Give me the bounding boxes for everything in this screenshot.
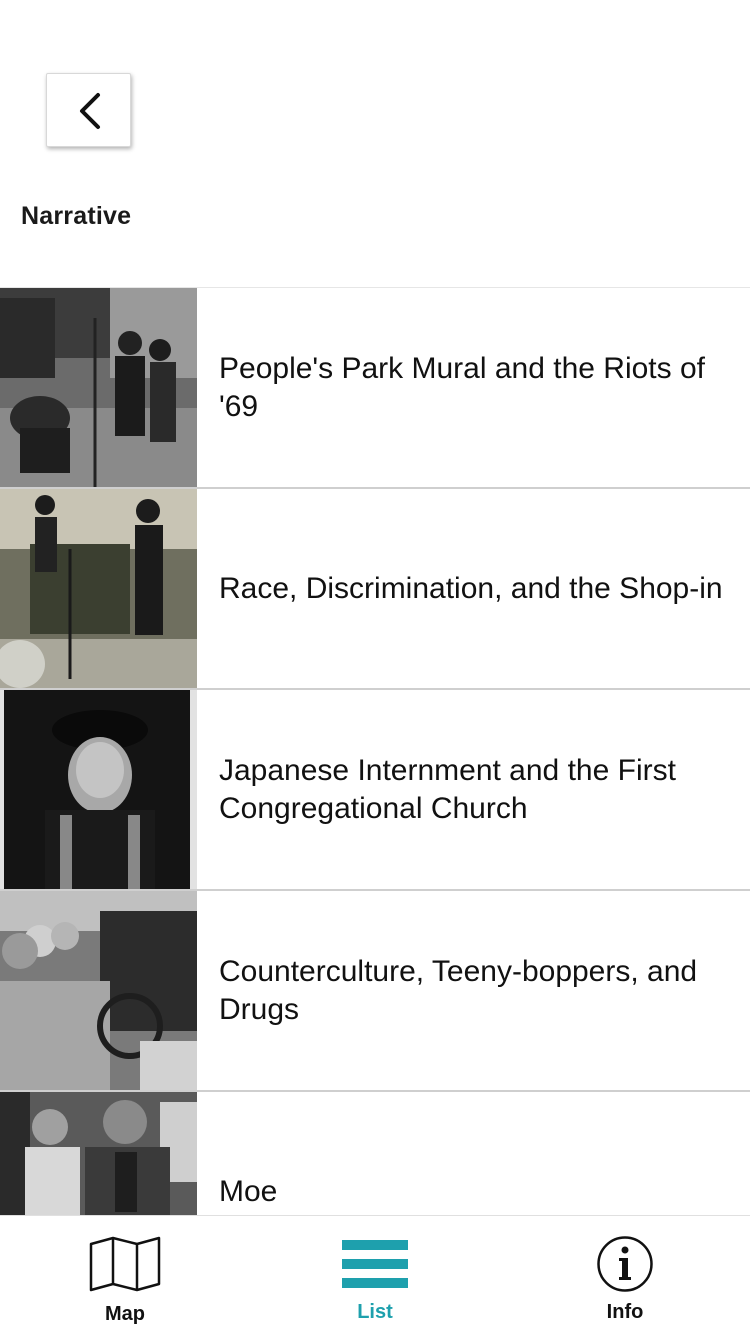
list-item-title: Race, Discrimination, and the Shop-in bbox=[219, 571, 723, 605]
thumbnail-image bbox=[0, 288, 197, 487]
chevron-left-icon bbox=[80, 93, 100, 129]
tab-list[interactable]: List bbox=[250, 1216, 500, 1334]
list-item[interactable]: Counterculture, Teeny-boppers, and Drugs bbox=[0, 891, 750, 1092]
narrative-list[interactable]: People's Park Mural and the Riots of '69 bbox=[0, 287, 750, 1216]
back-button[interactable] bbox=[46, 73, 131, 147]
thumbnail-image bbox=[0, 690, 197, 889]
tab-info[interactable]: Info bbox=[500, 1216, 750, 1334]
list-item-title: Moe bbox=[219, 1174, 278, 1208]
section-title: Narrative bbox=[21, 202, 132, 230]
thumbnail-image bbox=[0, 489, 197, 688]
thumbnail-image bbox=[0, 891, 197, 1090]
tab-info-label: Info bbox=[606, 1301, 644, 1323]
info-icon bbox=[597, 1236, 653, 1292]
narrative-screen: Narrative People's Park Mural and the Ri… bbox=[0, 0, 750, 1334]
list-item-title: Japanese Internment and the First Congre… bbox=[219, 753, 676, 825]
list-item-title: Counterculture, Teeny-boppers, and Drugs bbox=[219, 954, 698, 1026]
thumbnail-image bbox=[0, 1092, 197, 1216]
list-item[interactable]: Moe bbox=[0, 1092, 750, 1216]
tab-bar: Map List Info bbox=[0, 1215, 750, 1334]
tab-list-label: List bbox=[357, 1301, 393, 1323]
tab-map-label: Map bbox=[105, 1303, 145, 1325]
list-item[interactable]: People's Park Mural and the Riots of '69 bbox=[0, 288, 750, 489]
list-item[interactable]: Race, Discrimination, and the Shop-in bbox=[0, 489, 750, 690]
list-item[interactable]: Japanese Internment and the First Congre… bbox=[0, 690, 750, 891]
tab-map[interactable]: Map bbox=[0, 1216, 250, 1334]
list-item-title: People's Park Mural and the Riots of '69 bbox=[219, 351, 705, 423]
map-icon bbox=[89, 1236, 161, 1292]
list-icon bbox=[342, 1240, 408, 1288]
